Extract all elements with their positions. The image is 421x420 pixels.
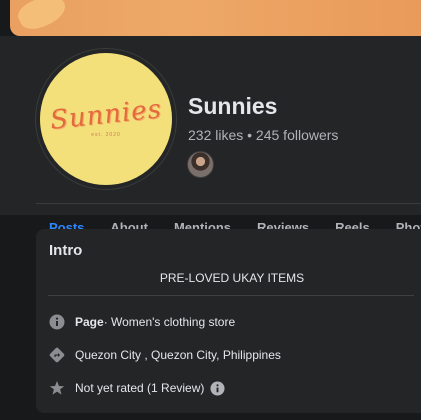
avatar-logo-text: Sunnies: [48, 94, 164, 136]
page-title: Sunnies: [188, 93, 278, 119]
star-icon: [49, 381, 65, 395]
cover-photo[interactable]: [10, 0, 421, 36]
category-label: Page: [75, 315, 104, 329]
profile-avatar[interactable]: Sunnies est. 2020: [36, 49, 176, 189]
rating-text[interactable]: Not yet rated (1 Review): [75, 381, 204, 395]
intro-category-row: Page · Women's clothing store: [49, 314, 235, 330]
intro-rating-row: Not yet rated (1 Review): [49, 380, 225, 396]
location-text[interactable]: Quezon City , Quezon City, Philippines: [75, 348, 281, 362]
intro-bio: PRE-LOVED UKAY ITEMS: [159, 271, 305, 285]
cover-brush-decoration: [14, 0, 70, 35]
directions-icon: [49, 347, 65, 363]
intro-title: Intro: [49, 242, 83, 259]
intro-card: Intro PRE-LOVED UKAY ITEMS Page · Women'…: [36, 229, 421, 413]
info-small-icon[interactable]: [210, 380, 225, 396]
avatar-logo-subtext: est. 2020: [91, 132, 121, 138]
intro-location-row: Quezon City , Quezon City, Philippines: [49, 347, 281, 363]
category-value: · Women's clothing store: [103, 315, 236, 329]
info-icon: [49, 314, 65, 330]
follower-avatar[interactable]: [187, 151, 214, 178]
intro-divider: [48, 295, 414, 296]
profile-header: Sunnies est. 2020 Sunnies 232 likes • 24…: [0, 36, 421, 251]
page-stats[interactable]: 232 likes • 245 followers: [188, 127, 338, 143]
